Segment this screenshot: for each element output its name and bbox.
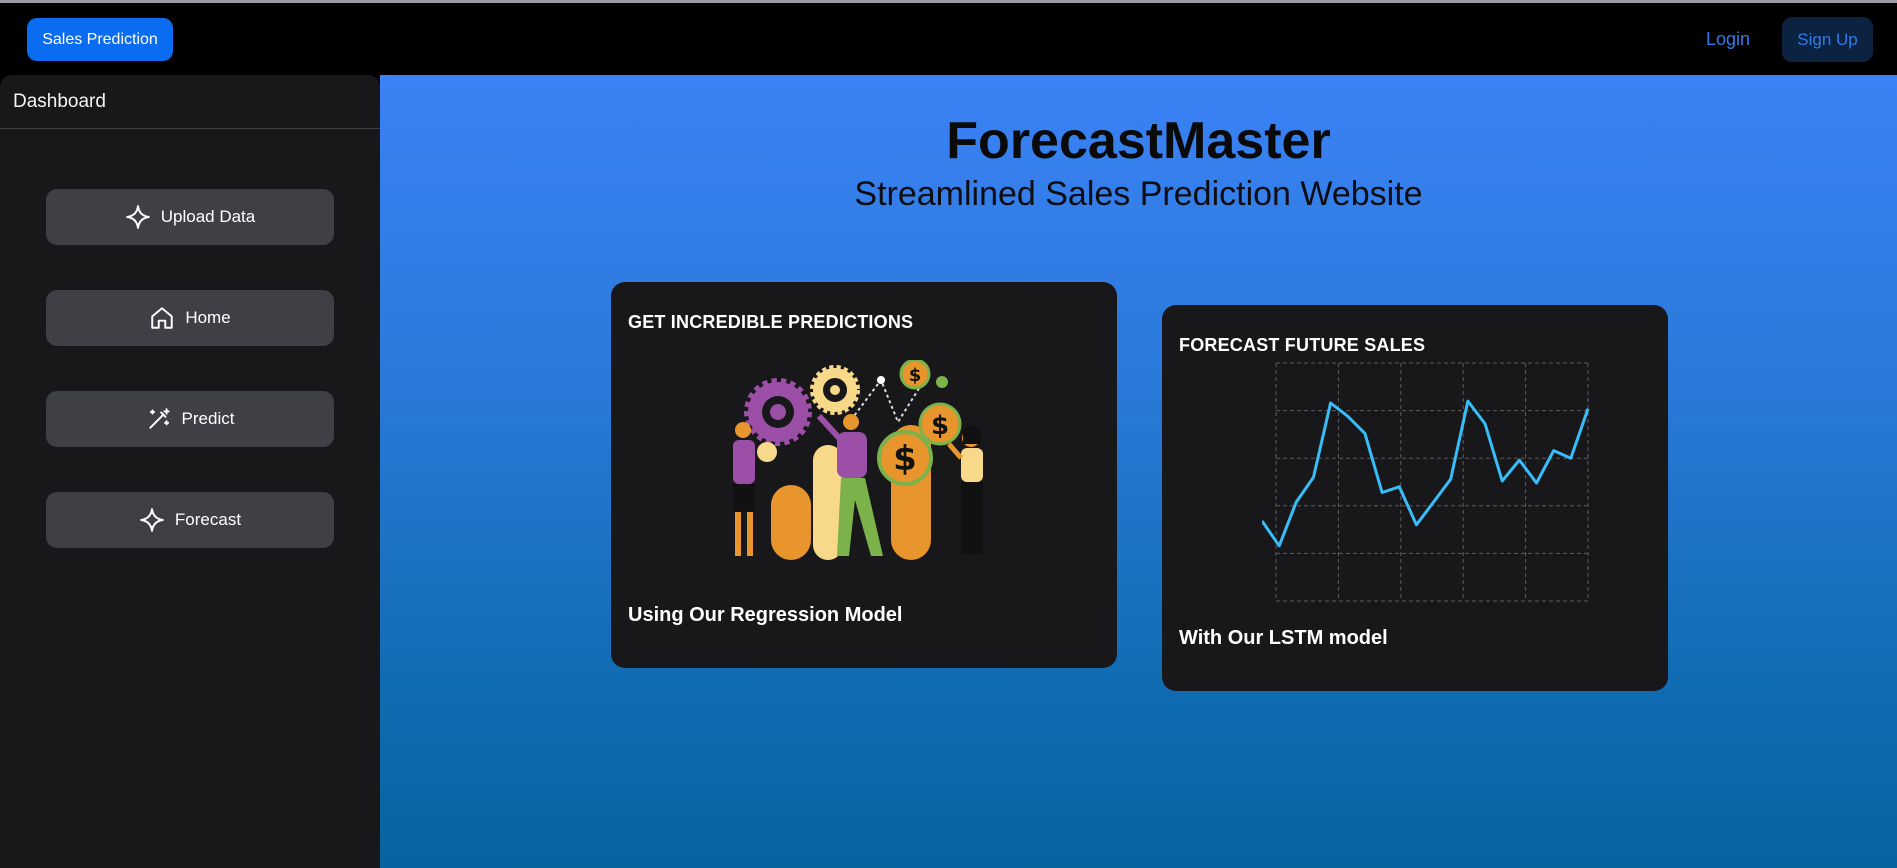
sparkle-icon [140, 508, 164, 532]
login-link[interactable]: Login [1706, 18, 1750, 61]
sidebar-item-forecast[interactable]: Forecast [46, 492, 334, 548]
sparkle-icon [125, 205, 150, 229]
card-caption: Using Our Regression Model [628, 604, 903, 626]
signup-button[interactable]: Sign Up [1782, 17, 1873, 62]
sidebar-item-label: Forecast [174, 510, 242, 529]
svg-text:$: $ [893, 439, 917, 479]
dollar-coin-icon: $ [899, 360, 931, 390]
main-content: ForecastMaster Streamlined Sales Predict… [380, 75, 1897, 868]
top-navbar: Sales Prediction Login Sign Up [0, 3, 1897, 75]
sidebar-item-label: Home [185, 308, 231, 327]
card-caption: With Our LSTM model [1179, 627, 1388, 649]
sidebar-item-predict[interactable]: Predict [46, 391, 334, 447]
sidebar: Dashboard Upload Data Home Predict Forec… [0, 75, 380, 868]
dollar-coin-icon: $ [918, 402, 962, 446]
sidebar-item-label: Predict [181, 409, 235, 428]
people-with-gears-and-dollar-coins-illustration: $ $ $ [733, 360, 983, 560]
series-line [1262, 399, 1590, 548]
forecast-line-chart [1262, 362, 1590, 602]
purple-gear-icon [744, 378, 812, 446]
forecast-card[interactable]: FORECAST FUTURE SALES With Our LSTM mode… [1162, 305, 1668, 691]
svg-text:$: $ [909, 365, 922, 386]
sidebar-item-home[interactable]: Home [46, 290, 334, 346]
sidebar-item-label: Upload Data [160, 207, 256, 226]
sidebar-item-upload-data[interactable]: Upload Data [46, 189, 334, 245]
svg-text:$: $ [931, 411, 949, 441]
page-subtitle: Streamlined Sales Prediction Website [854, 175, 1423, 213]
yellow-gear-icon [810, 365, 860, 415]
card-title: GET INCREDIBLE PREDICTIONS [628, 312, 914, 332]
dollar-coin-icon: $ [877, 430, 933, 486]
brand-button[interactable]: Sales Prediction [27, 18, 173, 61]
prediction-card[interactable]: GET INCREDIBLE PREDICTIONS $ $ $ Using O… [611, 282, 1117, 668]
page-title: ForecastMaster [946, 112, 1331, 170]
sidebar-title: Dashboard [0, 75, 380, 129]
magic-wand-icon [148, 408, 170, 429]
home-icon [151, 307, 174, 329]
